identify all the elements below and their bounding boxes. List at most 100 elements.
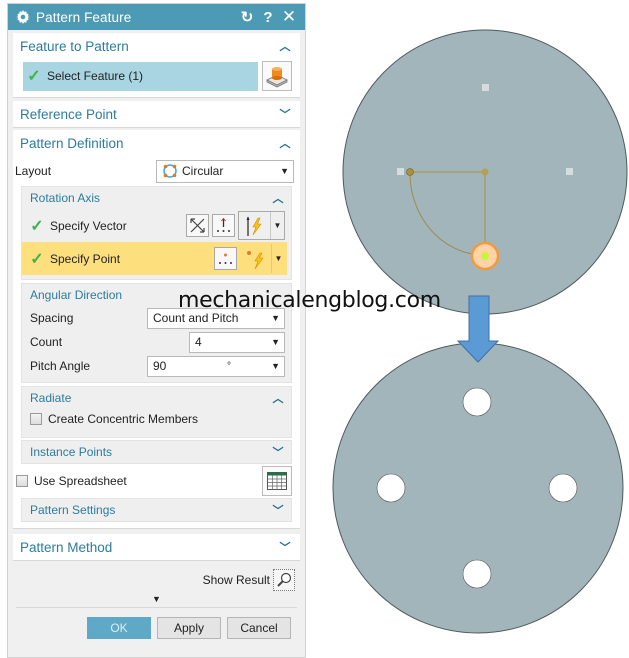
reverse-direction-icon: [190, 218, 205, 233]
point-dialog-icon: [219, 253, 232, 264]
group-reference-point: Reference Point ﹀: [13, 101, 300, 128]
pattern-settings-title: Pattern Settings: [30, 503, 116, 517]
pattern-method-title: Pattern Method: [20, 539, 113, 555]
use-spreadsheet-row: Use Spreadsheet: [13, 464, 300, 498]
hole-left: [376, 473, 406, 503]
specify-vector-label: Specify Vector: [50, 218, 127, 233]
ok-button[interactable]: OK: [87, 617, 151, 639]
group-pattern-definition: Pattern Definition ︿ Layout Circular ▼ R…: [13, 130, 300, 529]
hole-top: [462, 387, 492, 417]
instance-points-title: Instance Points: [30, 445, 113, 459]
pitch-angle-row: Pitch Angle 90 ° ▼: [22, 354, 291, 378]
inferred-point-button[interactable]: ▼: [240, 244, 285, 273]
pitch-angle-input[interactable]: 90 ° ▼: [147, 355, 285, 377]
reverse-direction-button[interactable]: [186, 214, 209, 237]
reset-icon[interactable]: ↻: [237, 7, 257, 27]
dropdown-arrow-icon[interactable]: ▼: [271, 361, 280, 371]
count-value: 4: [195, 335, 202, 349]
create-concentric-checkbox[interactable]: [30, 413, 42, 425]
use-spreadsheet-checkbox[interactable]: [16, 475, 28, 487]
dropdown-arrow-icon[interactable]: ▼: [271, 337, 280, 347]
group-feature-to-pattern: Feature to Pattern ︿ ✓ Select Feature (1…: [13, 33, 300, 98]
show-result-row: Show Result: [8, 561, 305, 593]
magnifier-icon: [277, 572, 292, 587]
dialog-title: Pattern Feature: [36, 9, 132, 25]
instance-points-section: Instance Points ﹀: [21, 440, 292, 464]
dropdown-arrow-icon[interactable]: ▼: [270, 212, 284, 239]
spreadsheet-icon: [267, 472, 287, 490]
count-label: Count: [30, 335, 63, 349]
checkmark-icon: ✓: [30, 250, 44, 268]
layout-value: Circular: [182, 164, 224, 178]
center-point: [481, 168, 489, 176]
layout-row: Layout Circular ▼: [13, 156, 300, 186]
inferred-vector-icon: [246, 216, 262, 236]
count-input[interactable]: 4 ▼: [189, 331, 285, 353]
count-row: Count 4 ▼: [22, 330, 291, 354]
apply-button[interactable]: Apply: [157, 617, 221, 639]
feature-to-pattern-header[interactable]: Feature to Pattern ︿: [13, 33, 300, 59]
specify-point-label: Specify Point: [50, 251, 121, 266]
instance-points-header[interactable]: Instance Points ﹀: [22, 441, 291, 463]
show-result-label: Show Result: [202, 573, 270, 587]
radiate-header[interactable]: Radiate ︿: [22, 387, 291, 409]
vector-dialog-button[interactable]: [212, 214, 235, 237]
spacing-value: Count and Pitch: [153, 311, 239, 325]
rotation-axis-title: Rotation Axis: [30, 191, 101, 205]
select-feature-label: Select Feature (1): [47, 69, 144, 83]
pitch-angle-value: 90: [153, 359, 167, 373]
spacing-label: Spacing: [30, 311, 74, 325]
disc-after: [332, 342, 624, 634]
use-spreadsheet-label: Use Spreadsheet: [34, 474, 127, 488]
dropdown-arrow-icon: ▼: [280, 166, 289, 176]
preview-handle-right: [566, 168, 573, 175]
dialog-titlebar: Pattern Feature ↻ ? ✕: [8, 4, 305, 30]
chevron-down-icon[interactable]: ﹀: [271, 503, 285, 517]
chevron-down-icon[interactable]: ﹀: [278, 107, 292, 121]
circular-layout-icon: [163, 164, 177, 178]
dropdown-arrow-icon: ▼: [271, 313, 280, 323]
inferred-vector-button[interactable]: ▼: [238, 211, 285, 240]
specify-vector-row[interactable]: ✓ Specify Vector ▼: [22, 209, 291, 242]
close-icon[interactable]: ✕: [279, 7, 299, 27]
help-icon[interactable]: ?: [258, 7, 278, 27]
pattern-definition-title: Pattern Definition: [20, 135, 124, 151]
pattern-definition-header[interactable]: Pattern Definition ︿: [13, 130, 300, 156]
selected-hole-center: [481, 252, 489, 260]
pattern-settings-section: Pattern Settings ﹀: [21, 498, 292, 522]
select-feature-field[interactable]: ✓ Select Feature (1): [23, 61, 258, 91]
more-options-toggle[interactable]: ▼: [8, 593, 305, 605]
cancel-button[interactable]: Cancel: [227, 617, 291, 639]
gear-icon[interactable]: [16, 10, 30, 24]
reference-point-header[interactable]: Reference Point ﹀: [13, 101, 300, 127]
chevron-down-icon[interactable]: ﹀: [278, 540, 292, 554]
select-feature-row: ✓ Select Feature (1): [13, 59, 300, 97]
rotation-axis-header[interactable]: Rotation Axis ︿: [22, 187, 291, 209]
preview-handle-left: [397, 168, 404, 175]
show-result-button[interactable]: [273, 569, 295, 591]
hole-bottom: [462, 559, 492, 589]
spreadsheet-button[interactable]: [262, 466, 292, 496]
reference-point-title: Reference Point: [20, 106, 117, 122]
pitch-angle-label: Pitch Angle: [30, 359, 91, 373]
chevron-up-icon[interactable]: ︿: [278, 39, 292, 53]
layout-label: Layout: [15, 164, 52, 178]
chevron-up-icon[interactable]: ︿: [278, 136, 292, 150]
rotation-axis-section: Rotation Axis ︿ ✓ Specify Vector ▼ ✓ Spe…: [21, 186, 292, 280]
pattern-settings-header[interactable]: Pattern Settings ﹀: [22, 499, 291, 521]
pattern-feature-dialog: Pattern Feature ↻ ? ✕ Feature to Pattern…: [7, 3, 306, 658]
chevron-up-icon[interactable]: ︿: [271, 391, 285, 405]
point-dialog-button[interactable]: [214, 247, 237, 270]
create-concentric-row[interactable]: Create Concentric Members: [22, 409, 291, 429]
chevron-up-icon[interactable]: ︿: [271, 191, 285, 205]
feature-to-pattern-title: Feature to Pattern: [20, 38, 129, 54]
feature-select-button[interactable]: [262, 61, 292, 91]
checkmark-icon: ✓: [30, 217, 44, 235]
pitch-angle-unit: °: [227, 360, 231, 372]
dialog-buttons: OK Apply Cancel: [8, 608, 305, 639]
dropdown-arrow-icon[interactable]: ▼: [271, 244, 285, 273]
chevron-down-icon[interactable]: ﹀: [271, 445, 285, 459]
specify-point-row[interactable]: ✓ Specify Point ▼: [22, 242, 287, 275]
layout-dropdown[interactable]: Circular ▼: [156, 159, 294, 183]
pattern-method-header[interactable]: Pattern Method ﹀: [13, 534, 300, 560]
